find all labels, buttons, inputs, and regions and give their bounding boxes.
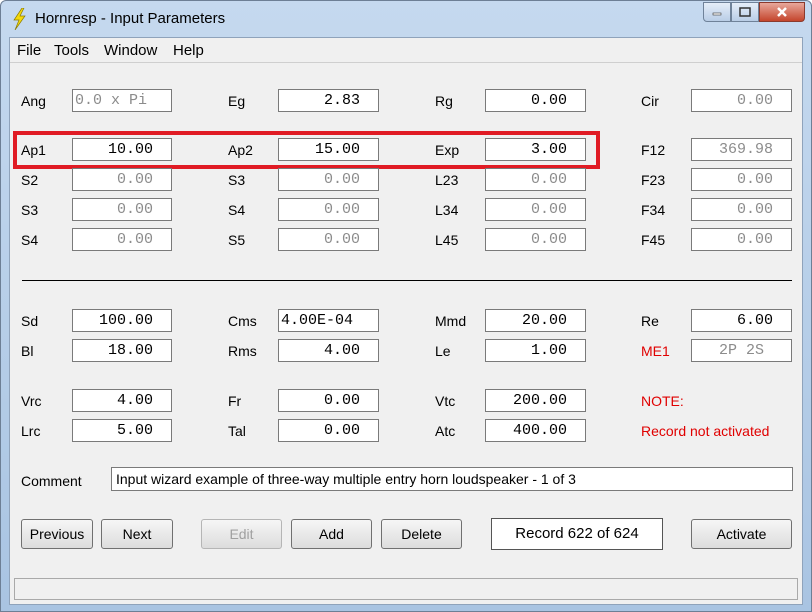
maximize-button[interactable] xyxy=(731,2,759,22)
menu-window[interactable]: Window xyxy=(104,42,157,59)
eg-label: Eg xyxy=(228,93,246,109)
lrc-label: Lrc xyxy=(21,423,41,439)
mmd-label: Mmd xyxy=(435,313,467,329)
l45-field[interactable]: 0.00 xyxy=(485,228,586,251)
next-button[interactable]: Next xyxy=(101,519,173,549)
cms-label: Cms xyxy=(228,313,257,329)
l23-label: L23 xyxy=(435,172,459,188)
menu-divider xyxy=(10,62,802,63)
lightning-icon xyxy=(13,8,26,30)
l34-label: L34 xyxy=(435,202,459,218)
rg-label: Rg xyxy=(435,93,453,109)
sd-label: Sd xyxy=(21,313,39,329)
s4-field-2[interactable]: 0.00 xyxy=(72,228,172,251)
f34-field[interactable]: 0.00 xyxy=(691,198,792,221)
section-divider xyxy=(22,280,792,281)
re-field[interactable]: 6.00 xyxy=(691,309,792,332)
l23-field[interactable]: 0.00 xyxy=(485,168,586,191)
app-window: Hornresp - Input Parameters File Tools W… xyxy=(0,0,812,612)
s2-label: S2 xyxy=(21,172,39,188)
l45-label: L45 xyxy=(435,232,459,248)
f12-field[interactable]: 369.98 xyxy=(691,138,792,161)
vrc-label: Vrc xyxy=(21,393,42,409)
close-icon xyxy=(777,7,787,17)
note-label: NOTE: xyxy=(641,393,684,409)
delete-button[interactable]: Delete xyxy=(381,519,462,549)
me1-field[interactable]: 2P 2S xyxy=(691,339,792,362)
edit-button[interactable]: Edit xyxy=(201,519,282,549)
f45-field[interactable]: 0.00 xyxy=(691,228,792,251)
bl-field[interactable]: 18.00 xyxy=(72,339,172,362)
s4-field[interactable]: 0.00 xyxy=(278,198,379,221)
menu-bar: File Tools Window Help xyxy=(10,38,802,62)
rms-label: Rms xyxy=(228,343,257,359)
minimize-button[interactable] xyxy=(703,2,731,22)
tal-label: Tal xyxy=(228,423,246,439)
comment-field[interactable]: Input wizard example of three-way multip… xyxy=(111,467,793,491)
f34-label: F34 xyxy=(641,202,666,218)
s4-label: S4 xyxy=(228,202,246,218)
status-bar xyxy=(14,578,798,600)
menu-file[interactable]: File xyxy=(17,42,41,59)
s3-label: S3 xyxy=(228,172,246,188)
s5-label: S5 xyxy=(228,232,246,248)
comment-label: Comment xyxy=(21,473,82,489)
re-label: Re xyxy=(641,313,659,329)
s2-field[interactable]: 0.00 xyxy=(72,168,172,191)
me1-label: ME1 xyxy=(641,343,670,359)
note-text: Record not activated xyxy=(641,423,770,439)
rms-field[interactable]: 4.00 xyxy=(278,339,379,362)
maximize-icon xyxy=(739,7,751,17)
s4-label-2: S4 xyxy=(21,232,39,248)
cms-field[interactable]: 4.00E-04 xyxy=(278,309,379,332)
close-button[interactable] xyxy=(759,2,805,22)
atc-field[interactable]: 400.00 xyxy=(485,419,586,442)
menu-tools[interactable]: Tools xyxy=(54,42,89,59)
f23-field[interactable]: 0.00 xyxy=(691,168,792,191)
record-indicator: Record 622 of 624 xyxy=(491,518,663,550)
cir-field[interactable]: 0.00 xyxy=(691,89,792,112)
f23-label: F23 xyxy=(641,172,666,188)
eg-field[interactable]: 2.83 xyxy=(278,89,379,112)
input-parameters-panel: File Tools Window Help Ang 0.0 x Pi Eg 2… xyxy=(9,37,803,605)
vrc-field[interactable]: 4.00 xyxy=(72,389,172,412)
cir-label: Cir xyxy=(641,93,659,109)
add-button[interactable]: Add xyxy=(291,519,372,549)
lrc-field[interactable]: 5.00 xyxy=(72,419,172,442)
fr-field[interactable]: 0.00 xyxy=(278,389,379,412)
f12-label: F12 xyxy=(641,142,666,158)
minimize-icon xyxy=(712,12,722,16)
rg-field[interactable]: 0.00 xyxy=(485,89,586,112)
menu-help[interactable]: Help xyxy=(173,42,204,59)
highlight-box xyxy=(13,131,600,169)
sd-field[interactable]: 100.00 xyxy=(72,309,172,332)
f45-label: F45 xyxy=(641,232,666,248)
le-label: Le xyxy=(435,343,451,359)
l34-field[interactable]: 0.00 xyxy=(485,198,586,221)
previous-button[interactable]: Previous xyxy=(21,519,93,549)
fr-label: Fr xyxy=(228,393,242,409)
window-title: Hornresp - Input Parameters xyxy=(35,10,226,27)
tal-field[interactable]: 0.00 xyxy=(278,419,379,442)
ang-label: Ang xyxy=(21,93,46,109)
ang-field[interactable]: 0.0 x Pi xyxy=(72,89,172,112)
activate-button[interactable]: Activate xyxy=(691,519,792,549)
mmd-field[interactable]: 20.00 xyxy=(485,309,586,332)
bl-label: Bl xyxy=(21,343,34,359)
title-bar[interactable]: Hornresp - Input Parameters xyxy=(1,1,811,37)
s3-field-2[interactable]: 0.00 xyxy=(72,198,172,221)
le-field[interactable]: 1.00 xyxy=(485,339,586,362)
atc-label: Atc xyxy=(435,423,456,439)
vtc-field[interactable]: 200.00 xyxy=(485,389,586,412)
s3-field[interactable]: 0.00 xyxy=(278,168,379,191)
s3-label-2: S3 xyxy=(21,202,39,218)
vtc-label: Vtc xyxy=(435,393,456,409)
s5-field[interactable]: 0.00 xyxy=(278,228,379,251)
